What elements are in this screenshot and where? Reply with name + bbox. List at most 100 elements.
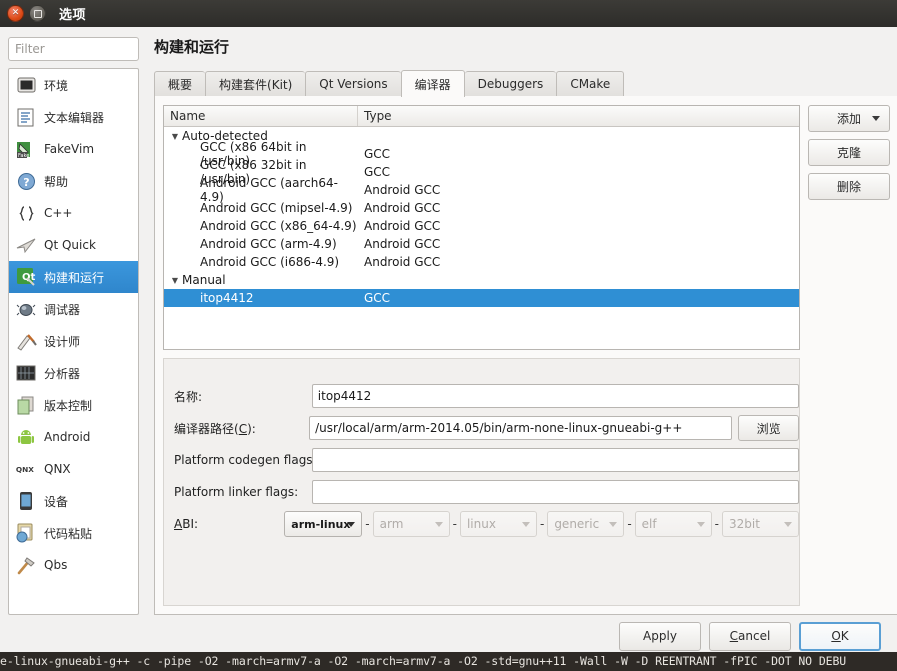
compiler-path-input[interactable]: /usr/local/arm/arm-2014.05/bin/arm-none-… <box>309 416 732 440</box>
tab-cmake[interactable]: CMake <box>556 71 624 96</box>
sidebar-item-text-editor[interactable]: 文本编辑器 <box>9 101 138 133</box>
add-button[interactable]: 添加 <box>808 105 890 132</box>
sidebar-item-cpp[interactable]: C++ <box>9 197 138 229</box>
clone-button-label: 克隆 <box>837 144 861 161</box>
monitor-icon <box>15 74 37 96</box>
compiler-path-value: /usr/local/arm/arm-2014.05/bin/arm-none-… <box>315 421 682 435</box>
page-title: 构建和运行 <box>154 36 897 57</box>
sidebar-item-environment[interactable]: 环境 <box>9 69 138 101</box>
tree-row[interactable]: Android GCC (x86_64-4.9) Android GCC <box>164 217 799 235</box>
window-close-button[interactable]: ✕ <box>7 5 24 22</box>
svg-text:Fake: Fake <box>18 153 29 159</box>
tab-debuggers[interactable]: Debuggers <box>465 71 557 96</box>
linker-flags-input[interactable] <box>312 480 799 504</box>
column-header-type[interactable]: Type <box>358 106 799 126</box>
abi-combo-value: arm <box>380 517 404 531</box>
tab-kits[interactable]: 构建套件(Kit) <box>205 71 305 96</box>
abi-separator: - <box>450 517 460 531</box>
abi-combo-os-flavor[interactable]: generic <box>547 511 624 537</box>
sidebar-item-label: Qt Quick <box>44 238 96 252</box>
tree-row[interactable]: Android GCC (arm-4.9) Android GCC <box>164 235 799 253</box>
tree-row-type: Android GCC <box>358 219 799 233</box>
ok-button[interactable]: OK <box>799 622 881 651</box>
abi-separator: - <box>624 517 634 531</box>
tree-row-name: Android GCC (mipsel-4.9) <box>200 201 352 215</box>
delete-button[interactable]: 删除 <box>808 173 890 200</box>
bug-icon <box>15 298 37 320</box>
text-editor-icon <box>15 106 37 128</box>
name-input-value: itop4412 <box>318 389 372 403</box>
svg-text:QNX: QNX <box>16 465 34 474</box>
chevron-down-icon <box>522 522 530 527</box>
qnx-icon: QNX <box>15 458 37 480</box>
tab-compilers[interactable]: 编译器 <box>401 70 465 97</box>
sidebar-item-fakevim[interactable]: Fake FakeVim <box>9 133 138 165</box>
column-header-name[interactable]: Name <box>164 106 358 126</box>
android-icon <box>15 426 37 448</box>
delete-button-label: 删除 <box>837 178 861 195</box>
name-input[interactable]: itop4412 <box>312 384 799 408</box>
browse-button[interactable]: 浏览 <box>738 415 799 441</box>
chevron-down-icon <box>872 116 880 121</box>
sidebar-item-help[interactable]: ? 帮助 <box>9 165 138 197</box>
filter-input[interactable]: Filter <box>8 37 139 61</box>
chevron-down-icon[interactable]: ▼ <box>168 276 182 285</box>
compilers-tree[interactable]: Name Type ▼Auto-detected GCC (x86 64bit … <box>163 105 800 350</box>
sidebar-item-label: 设计师 <box>44 333 80 350</box>
abi-combo-value: 32bit <box>729 517 760 531</box>
abi-combo-word-width[interactable]: 32bit <box>722 511 799 537</box>
tree-row[interactable]: Android GCC (mipsel-4.9) Android GCC <box>164 199 799 217</box>
form-row-abi: ABI: arm-linux - arm - linux <box>164 509 799 539</box>
cancel-button[interactable]: Cancel <box>709 622 791 651</box>
tree-group-row[interactable]: ▼Manual <box>164 271 799 289</box>
terminal-output-strip: e-linux-gnueabi-g++ -c -pipe -O2 -march=… <box>0 652 897 671</box>
clone-button[interactable]: 克隆 <box>808 139 890 166</box>
fakevim-icon: Fake <box>15 138 37 160</box>
tab-label: Debuggers <box>478 77 544 91</box>
sidebar-item-build-and-run[interactable]: Qt 构建和运行 <box>9 261 138 293</box>
tree-row-type: GCC <box>358 291 799 305</box>
abi-label: ABI: <box>164 517 284 531</box>
window-titlebar: ✕ 选项 <box>0 0 897 27</box>
tree-row-name: Android GCC (i686-4.9) <box>200 255 339 269</box>
abi-label-key: A <box>174 517 182 531</box>
ok-button-label-key: O <box>831 629 840 643</box>
tab-qt-versions[interactable]: Qt Versions <box>305 71 400 96</box>
tree-row[interactable]: Android GCC (i686-4.9) Android GCC <box>164 253 799 271</box>
apply-button[interactable]: Apply <box>619 622 701 651</box>
chevron-down-icon <box>784 522 792 527</box>
category-sidebar[interactable]: 环境 文本编辑器 Fake FakeVim ? 帮助 C++ <box>8 68 139 615</box>
sidebar-item-debugger[interactable]: 调试器 <box>9 293 138 325</box>
abi-combo-full[interactable]: arm-linux <box>284 511 362 537</box>
paper-plane-icon <box>15 234 37 256</box>
sidebar-item-android[interactable]: Android <box>9 421 138 453</box>
abi-combo-binary-format[interactable]: elf <box>635 511 712 537</box>
code-paste-icon <box>15 522 37 544</box>
abi-separator: - <box>537 517 547 531</box>
form-row-compiler-path: 编译器路径(C): /usr/local/arm/arm-2014.05/bin… <box>164 413 799 443</box>
svg-text:?: ? <box>23 176 29 189</box>
codegen-flags-input[interactable] <box>312 448 799 472</box>
sidebar-item-label: Qbs <box>44 558 67 572</box>
sidebar-item-label: 设备 <box>44 493 68 510</box>
main-content: 构建和运行 概要 构建套件(Kit) Qt Versions 编译器 Debug… <box>148 30 897 615</box>
abi-combo-os[interactable]: linux <box>460 511 537 537</box>
sidebar-item-devices[interactable]: 设备 <box>9 485 138 517</box>
abi-combo-architecture[interactable]: arm <box>373 511 450 537</box>
window-maximize-button[interactable] <box>29 5 46 22</box>
sidebar-item-designer[interactable]: 设计师 <box>9 325 138 357</box>
tree-row[interactable]: Android GCC (aarch64-4.9) Android GCC <box>164 181 799 199</box>
window-title: 选项 <box>59 4 86 23</box>
sidebar-item-analyzer[interactable]: 分析器 <box>9 357 138 389</box>
sidebar-item-qt-quick[interactable]: Qt Quick <box>9 229 138 261</box>
tree-row-selected[interactable]: itop4412 GCC <box>164 289 799 307</box>
chevron-down-icon <box>435 522 443 527</box>
compilers-panel: Name Type ▼Auto-detected GCC (x86 64bit … <box>154 96 897 615</box>
sidebar-item-code-paste[interactable]: 代码粘贴 <box>9 517 138 549</box>
abi-combo-value: generic <box>554 517 599 531</box>
sidebar-item-version-control[interactable]: 版本控制 <box>9 389 138 421</box>
sidebar-item-qbs[interactable]: Qbs <box>9 549 138 581</box>
sidebar-item-qnx[interactable]: QNX QNX <box>9 453 138 485</box>
tab-overview[interactable]: 概要 <box>154 71 205 96</box>
tree-row-type: Android GCC <box>358 237 799 251</box>
